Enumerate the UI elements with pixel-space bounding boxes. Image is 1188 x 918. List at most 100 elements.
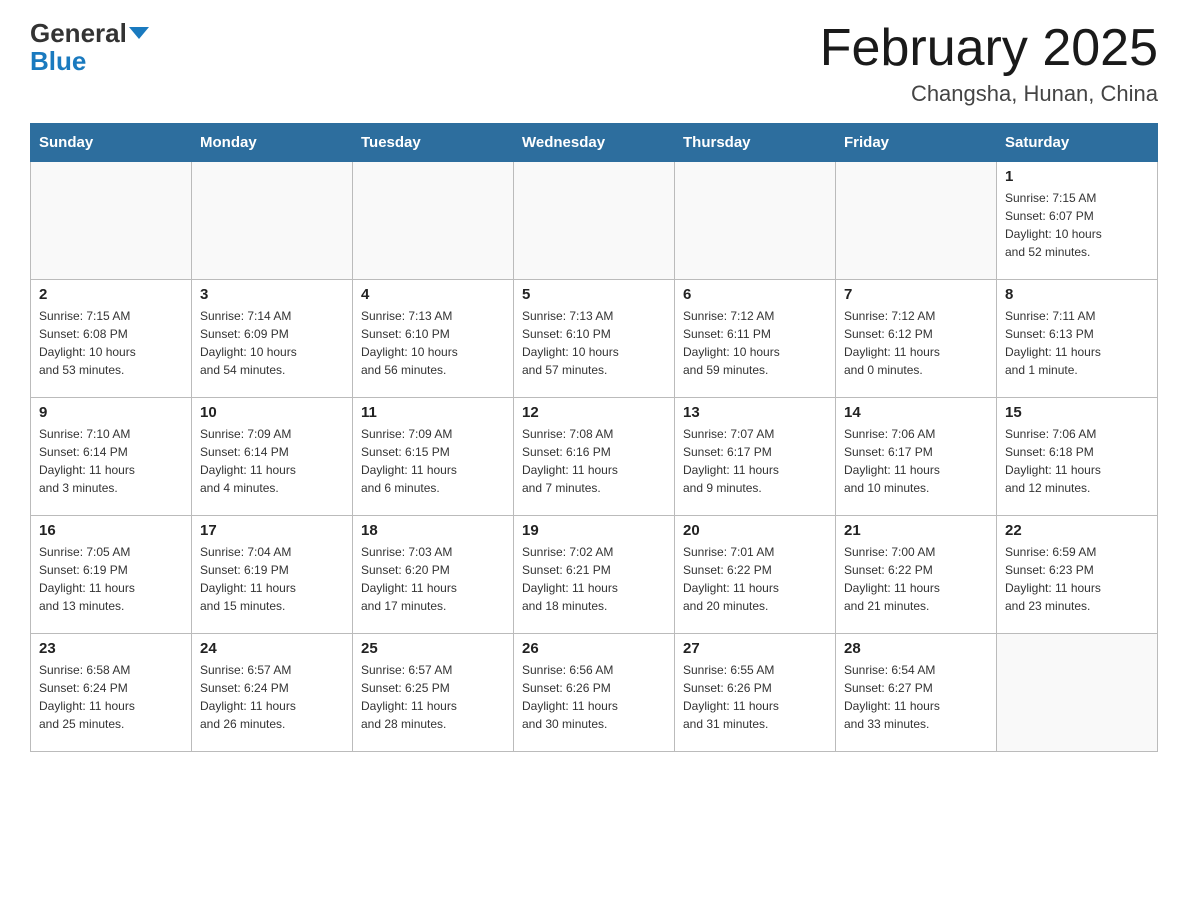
day-number: 26 [522,640,666,657]
day-number: 6 [683,286,827,303]
header-thursday: Thursday [675,124,836,162]
day-info: Sunrise: 7:15 AMSunset: 6:07 PMDaylight:… [1005,189,1149,261]
day-info: Sunrise: 7:05 AMSunset: 6:19 PMDaylight:… [39,543,183,615]
table-row: 15Sunrise: 7:06 AMSunset: 6:18 PMDayligh… [997,398,1158,516]
day-number: 19 [522,522,666,539]
table-row: 3 Sunrise: 7:14 AMSunset: 6:09 PMDaylight… [192,280,353,398]
day-number: 12 [522,404,666,421]
day-info: Sunrise: 7:07 AMSunset: 6:17 PMDaylight:… [683,425,827,497]
table-row: 7 Sunrise: 7:12 AMSunset: 6:12 PMDaylight… [836,280,997,398]
table-row [675,162,836,280]
day-number: 2 [39,286,183,303]
calendar-title: February 2025 [820,20,1158,77]
day-number: 13 [683,404,827,421]
calendar-table: Sunday Monday Tuesday Wednesday Thursday… [30,123,1158,752]
header-friday: Friday [836,124,997,162]
table-row [514,162,675,280]
day-info: Sunrise: 6:55 AMSunset: 6:26 PMDaylight:… [683,661,827,733]
header-sunday: Sunday [31,124,192,162]
day-info: Sunrise: 6:58 AMSunset: 6:24 PMDaylight:… [39,661,183,733]
table-row: 10 Sunrise: 7:09 AMSunset: 6:14 PMDayligh… [192,398,353,516]
table-row: 2 Sunrise: 7:15 AMSunset: 6:08 PMDaylight… [31,280,192,398]
day-info: Sunrise: 6:54 AMSunset: 6:27 PMDaylight:… [844,661,988,733]
day-number: 27 [683,640,827,657]
table-row: 16 Sunrise: 7:05 AMSunset: 6:19 PMDayligh… [31,516,192,634]
header-saturday: Saturday [997,124,1158,162]
day-info: Sunrise: 6:57 AMSunset: 6:24 PMDaylight:… [200,661,344,733]
day-number: 9 [39,404,183,421]
header: General Blue February 2025 Changsha, Hun… [30,20,1158,107]
table-row: 25Sunrise: 6:57 AMSunset: 6:25 PMDayligh… [353,634,514,752]
table-row: 19 Sunrise: 7:02 AMSunset: 6:21 PMDayligh… [514,516,675,634]
calendar-week-row: 16 Sunrise: 7:05 AMSunset: 6:19 PMDayligh… [31,516,1158,634]
day-info: Sunrise: 7:09 AMSunset: 6:14 PMDaylight:… [200,425,344,497]
day-info: Sunrise: 6:59 AMSunset: 6:23 PMDaylight:… [1005,543,1149,615]
table-row [836,162,997,280]
table-row [31,162,192,280]
table-row: 27 Sunrise: 6:55 AMSunset: 6:26 PMDayligh… [675,634,836,752]
day-number: 11 [361,404,505,421]
day-number: 16 [39,522,183,539]
day-info: Sunrise: 7:08 AMSunset: 6:16 PMDaylight:… [522,425,666,497]
header-tuesday: Tuesday [353,124,514,162]
table-row: 18Sunrise: 7:03 AMSunset: 6:20 PMDayligh… [353,516,514,634]
day-info: Sunrise: 7:10 AMSunset: 6:14 PMDaylight:… [39,425,183,497]
table-row [997,634,1158,752]
logo: General Blue [30,20,149,74]
table-row [192,162,353,280]
table-row: 6Sunrise: 7:12 AMSunset: 6:11 PMDaylight… [675,280,836,398]
day-info: Sunrise: 6:56 AMSunset: 6:26 PMDaylight:… [522,661,666,733]
day-info: Sunrise: 7:14 AMSunset: 6:09 PMDaylight:… [200,307,344,379]
day-info: Sunrise: 7:15 AMSunset: 6:08 PMDaylight:… [39,307,183,379]
day-number: 24 [200,640,344,657]
day-info: Sunrise: 6:57 AMSunset: 6:25 PMDaylight:… [361,661,505,733]
day-info: Sunrise: 7:11 AMSunset: 6:13 PMDaylight:… [1005,307,1149,379]
day-number: 7 [844,286,988,303]
logo-text-blue: Blue [30,48,86,74]
day-info: Sunrise: 7:06 AMSunset: 6:17 PMDaylight:… [844,425,988,497]
table-row: 24 Sunrise: 6:57 AMSunset: 6:24 PMDayligh… [192,634,353,752]
table-row: 26 Sunrise: 6:56 AMSunset: 6:26 PMDayligh… [514,634,675,752]
table-row: 4Sunrise: 7:13 AMSunset: 6:10 PMDaylight… [353,280,514,398]
day-number: 17 [200,522,344,539]
weekday-header-row: Sunday Monday Tuesday Wednesday Thursday… [31,124,1158,162]
day-number: 21 [844,522,988,539]
day-number: 20 [683,522,827,539]
title-area: February 2025 Changsha, Hunan, China [820,20,1158,107]
day-number: 10 [200,404,344,421]
table-row: 14 Sunrise: 7:06 AMSunset: 6:17 PMDayligh… [836,398,997,516]
table-row: 9 Sunrise: 7:10 AMSunset: 6:14 PMDaylight… [31,398,192,516]
table-row: 17 Sunrise: 7:04 AMSunset: 6:19 PMDayligh… [192,516,353,634]
day-info: Sunrise: 7:04 AMSunset: 6:19 PMDaylight:… [200,543,344,615]
table-row: 21Sunrise: 7:00 AMSunset: 6:22 PMDayligh… [836,516,997,634]
header-wednesday: Wednesday [514,124,675,162]
day-info: Sunrise: 7:01 AMSunset: 6:22 PMDaylight:… [683,543,827,615]
table-row: 28 Sunrise: 6:54 AMSunset: 6:27 PMDayligh… [836,634,997,752]
table-row: 11 Sunrise: 7:09 AMSunset: 6:15 PMDayligh… [353,398,514,516]
day-number: 1 [1005,168,1149,185]
day-info: Sunrise: 7:09 AMSunset: 6:15 PMDaylight:… [361,425,505,497]
day-info: Sunrise: 7:03 AMSunset: 6:20 PMDaylight:… [361,543,505,615]
table-row: 5 Sunrise: 7:13 AMSunset: 6:10 PMDaylight… [514,280,675,398]
day-info: Sunrise: 7:13 AMSunset: 6:10 PMDaylight:… [522,307,666,379]
day-number: 3 [200,286,344,303]
day-number: 5 [522,286,666,303]
table-row: 13 Sunrise: 7:07 AMSunset: 6:17 PMDayligh… [675,398,836,516]
day-info: Sunrise: 7:12 AMSunset: 6:12 PMDaylight:… [844,307,988,379]
day-info: Sunrise: 7:02 AMSunset: 6:21 PMDaylight:… [522,543,666,615]
table-row: 8 Sunrise: 7:11 AMSunset: 6:13 PMDaylight… [997,280,1158,398]
calendar-week-row: 2 Sunrise: 7:15 AMSunset: 6:08 PMDaylight… [31,280,1158,398]
day-number: 14 [844,404,988,421]
calendar-week-row: 9 Sunrise: 7:10 AMSunset: 6:14 PMDaylight… [31,398,1158,516]
calendar-week-row: 1 Sunrise: 7:15 AMSunset: 6:07 PMDaylight… [31,162,1158,280]
day-number: 8 [1005,286,1149,303]
table-row: 12 Sunrise: 7:08 AMSunset: 6:16 PMDayligh… [514,398,675,516]
day-number: 15 [1005,404,1149,421]
calendar-subtitle: Changsha, Hunan, China [820,81,1158,107]
table-row: 1 Sunrise: 7:15 AMSunset: 6:07 PMDaylight… [997,162,1158,280]
logo-arrow-icon [129,27,149,39]
table-row: 22Sunrise: 6:59 AMSunset: 6:23 PMDayligh… [997,516,1158,634]
day-number: 28 [844,640,988,657]
day-number: 4 [361,286,505,303]
table-row: 23Sunrise: 6:58 AMSunset: 6:24 PMDayligh… [31,634,192,752]
